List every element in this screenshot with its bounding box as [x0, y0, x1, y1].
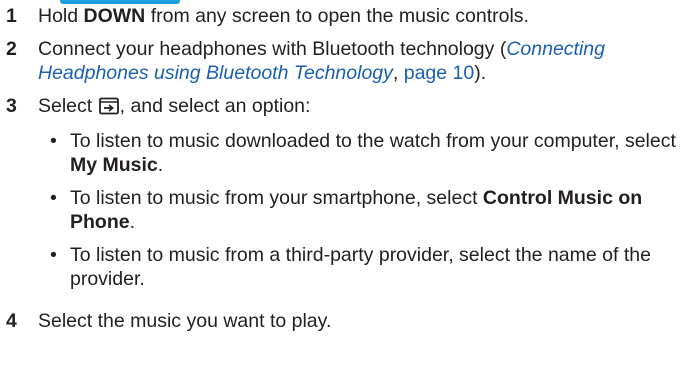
step-text-post: ).	[474, 62, 487, 84]
step-text-pre: Select	[38, 95, 98, 117]
list-item-pre: To listen to music from a third-party pr…	[70, 244, 651, 290]
list-item-text: To listen to music from a third-party pr…	[70, 243, 682, 291]
step-1: 1 Hold DOWN from any screen to open the …	[6, 4, 682, 28]
step-4: 4 Select the music you want to play.	[6, 309, 682, 333]
steps-list: 1 Hold DOWN from any screen to open the …	[6, 4, 682, 342]
my-music-label: My Music	[70, 154, 158, 176]
bullet-glyph: •	[50, 130, 57, 152]
list-item-pre: To listen to music downloaded to the wat…	[70, 130, 676, 152]
step-3: 3 Select , and select an option: • To li…	[6, 94, 682, 300]
list-item-text: To listen to music from your smartphone,…	[70, 186, 682, 234]
step-number: 2	[6, 38, 17, 60]
step-text-mid: ,	[392, 62, 404, 84]
step-text-pre: Connect your headphones with Bluetooth t…	[38, 38, 507, 60]
music-options-icon	[98, 97, 119, 121]
step-text: Select the music you want to play.	[38, 310, 332, 332]
list-item: • To listen to music downloaded to the w…	[38, 129, 682, 177]
step-number: 3	[6, 95, 17, 117]
list-item-text: To listen to music downloaded to the wat…	[70, 129, 682, 177]
page-reference-link[interactable]: page 10	[404, 62, 475, 84]
down-key-label: DOWN	[83, 5, 146, 27]
list-item: • To listen to music from your smartphon…	[38, 186, 682, 234]
option-list: • To listen to music downloaded to the w…	[38, 129, 682, 291]
list-item-post: .	[157, 154, 164, 176]
list-item-post: .	[129, 211, 136, 233]
step-text: Select , and select an option: • To list…	[38, 94, 682, 300]
step-number: 1	[6, 5, 17, 27]
bullet-glyph: •	[50, 244, 57, 266]
step-text-pre: Hold	[38, 5, 84, 27]
list-item: • To listen to music from a third-party …	[38, 243, 682, 291]
step-number: 4	[6, 310, 17, 332]
list-item-pre: To listen to music from your smartphone,…	[70, 187, 483, 209]
bullet-glyph: •	[50, 187, 57, 209]
step-2: 2 Connect your headphones with Bluetooth…	[6, 37, 682, 85]
step-text-post: , and select an option:	[119, 95, 311, 117]
step-text: Hold DOWN from any screen to open the mu…	[38, 4, 682, 28]
step-text: Connect your headphones with Bluetooth t…	[38, 37, 682, 85]
step-text-post: from any screen to open the music contro…	[145, 5, 529, 27]
